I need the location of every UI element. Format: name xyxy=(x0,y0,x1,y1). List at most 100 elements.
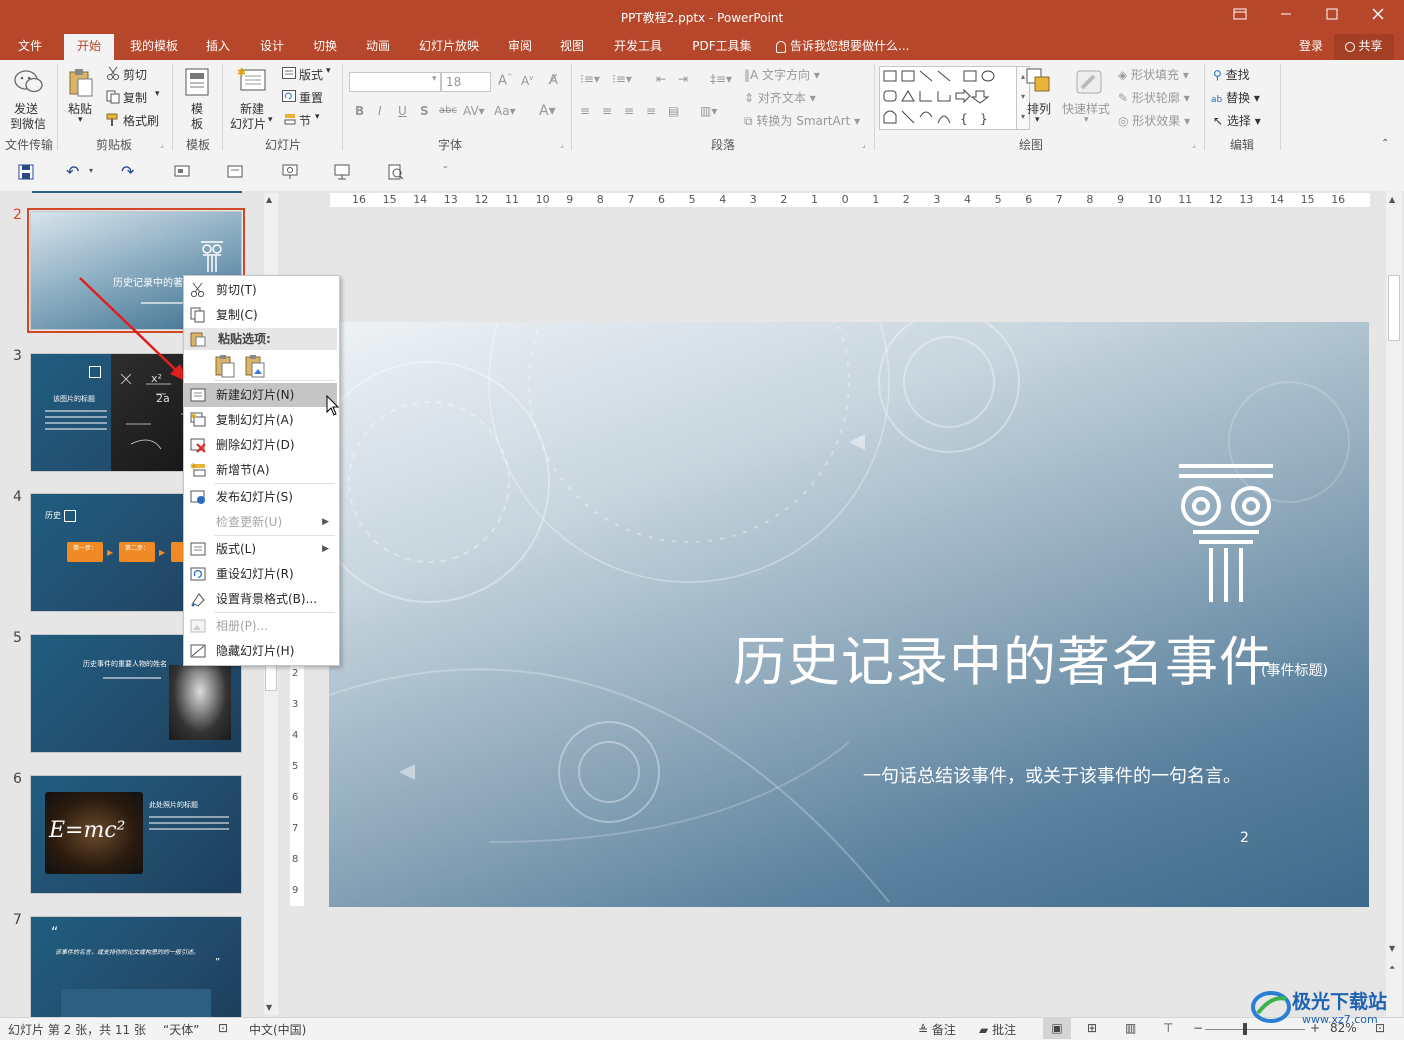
text-direction-button[interactable]: ‖A 文字方向 ▾ xyxy=(744,66,820,83)
normal-view-button[interactable]: ▣ xyxy=(1043,1018,1071,1039)
slide-title-note[interactable]: (事件标题) xyxy=(1261,660,1328,680)
send-to-wechat-line2[interactable]: 到微信 xyxy=(10,115,46,132)
menu-item-copy[interactable]: 复制(C) xyxy=(184,303,337,327)
section-button[interactable]: 节 xyxy=(299,112,311,129)
zoom-out-button[interactable]: − xyxy=(1193,1021,1203,1035)
char-spacing-button[interactable]: AV▾ xyxy=(463,104,485,118)
slide-count-status[interactable]: 幻灯片 第 2 张，共 11 张 xyxy=(8,1021,146,1038)
increase-indent-button[interactable]: ⇥ xyxy=(678,72,688,86)
dialog-launcher-icon[interactable]: ⌟ xyxy=(862,140,866,149)
save-icon[interactable] xyxy=(18,164,34,183)
login-link[interactable]: 登录 xyxy=(1294,34,1328,60)
font-color-button[interactable]: A▾ xyxy=(539,103,556,119)
numbering-button[interactable]: ⁝≡▾ xyxy=(612,72,632,86)
menu-item-reset-slide[interactable]: 重设幻灯片(R) xyxy=(184,562,337,586)
columns-button[interactable]: ▥▾ xyxy=(700,104,717,118)
scroll-thumb[interactable] xyxy=(1388,275,1400,341)
font-name-field[interactable] xyxy=(349,72,441,92)
menu-item-photo-album[interactable]: 相册(P)... xyxy=(184,614,337,638)
print-preview-icon[interactable] xyxy=(388,164,404,183)
undo-icon[interactable]: ↶ xyxy=(66,162,79,181)
spellcheck-icon[interactable]: ⊡ xyxy=(218,1021,228,1035)
tab-insert[interactable]: 插入 xyxy=(196,34,240,60)
shape-outline-button[interactable]: ✎ 形状轮廓 ▾ xyxy=(1118,89,1190,106)
shape-fill-button[interactable]: ◈ 形状填充 ▾ xyxy=(1118,66,1189,83)
slide-quote[interactable]: 一句话总结该事件，或关于该事件的一句名言。 xyxy=(863,762,1241,788)
reading-view-button[interactable]: ▥ xyxy=(1125,1021,1136,1035)
maximize-button[interactable] xyxy=(1309,0,1355,34)
find-button[interactable]: ⚲ 查找 xyxy=(1213,66,1250,83)
font-name-dropdown[interactable]: ▾ xyxy=(432,74,437,84)
menu-item-check-updates[interactable]: 检查更新(U) ▶ xyxy=(184,510,337,534)
share-button[interactable]: 共享 xyxy=(1334,34,1394,60)
tab-review[interactable]: 审阅 xyxy=(498,34,542,60)
format-painter-button[interactable]: 格式刷 xyxy=(123,112,159,129)
tab-view[interactable]: 视图 xyxy=(550,34,594,60)
layout-button[interactable]: 版式 xyxy=(299,66,323,83)
arrange-dropdown[interactable]: ▾ xyxy=(1035,115,1040,125)
shapes-gallery[interactable]: { } xyxy=(879,66,1017,130)
convert-smartart-button[interactable]: ⧉ 转换为 SmartArt ▾ xyxy=(744,112,860,129)
scroll-up-arrow[interactable]: ▲ xyxy=(266,195,272,204)
dialog-launcher-icon[interactable]: ⌟ xyxy=(560,140,564,149)
comments-button[interactable]: ▰ 批注 xyxy=(979,1021,1016,1038)
previous-slide-button[interactable]: ⏶ xyxy=(1389,963,1395,973)
change-case-button[interactable]: Aa▾ xyxy=(494,104,516,118)
slideshow-button[interactable]: ⊤ xyxy=(1163,1021,1173,1035)
scroll-up-arrow[interactable]: ▲ xyxy=(1389,195,1395,204)
replace-button[interactable]: ab 替换 ▾ xyxy=(1211,89,1260,106)
paste-as-picture-button[interactable] xyxy=(244,354,266,378)
strikethrough-button[interactable]: abc xyxy=(439,105,457,116)
tab-pdf-tools[interactable]: PDF工具集 xyxy=(682,34,762,60)
scroll-down-arrow[interactable]: ▼ xyxy=(266,1003,272,1012)
grow-font-button[interactable]: A^ xyxy=(498,73,513,88)
tab-design[interactable]: 设计 xyxy=(250,34,294,60)
slide-sorter-button[interactable]: ⊞ xyxy=(1087,1021,1097,1035)
close-button[interactable] xyxy=(1355,0,1401,34)
undo-dropdown[interactable]: ▾ xyxy=(89,166,93,175)
copy-dropdown[interactable]: ▾ xyxy=(155,89,160,99)
paste-use-destination-theme-button[interactable] xyxy=(214,354,236,378)
underline-button[interactable]: U xyxy=(398,104,407,118)
bullets-button[interactable]: ⁝≡▾ xyxy=(580,72,600,86)
menu-item-delete-slide[interactable]: 删除幻灯片(D) xyxy=(184,433,337,457)
menu-item-add-section[interactable]: ✱ 新增节(A) xyxy=(184,458,337,482)
slide-title[interactable]: 历史记录中的著名事件 xyxy=(733,620,1273,696)
copy-button[interactable]: 复制 xyxy=(123,89,147,106)
paste-dropdown[interactable]: ▾ xyxy=(78,115,83,125)
dialog-launcher-icon[interactable]: ⌟ xyxy=(160,140,164,149)
decrease-indent-button[interactable]: ⇤ xyxy=(656,72,666,86)
ribbon-display-options-button[interactable] xyxy=(1217,0,1263,34)
template-button-line2[interactable]: 板 xyxy=(191,115,203,132)
shape-effects-button[interactable]: ◎ 形状效果 ▾ xyxy=(1118,112,1190,129)
presenter-icon[interactable] xyxy=(281,164,299,183)
tell-me-box[interactable]: 告诉我您想要做什么... xyxy=(776,34,926,60)
menu-item-cut[interactable]: 剪切(T) xyxy=(184,278,337,302)
reset-button[interactable]: 重置 xyxy=(299,89,323,106)
slide-thumbnail-6[interactable]: E=mc² 此处照片的标题 xyxy=(30,775,242,894)
menu-item-new-slide[interactable]: 新建幻灯片(N) xyxy=(184,383,337,407)
align-center-button[interactable]: ≡ xyxy=(602,104,612,118)
select-button[interactable]: ↖ 选择 ▾ xyxy=(1213,112,1261,129)
tab-home[interactable]: 开始 xyxy=(64,34,114,60)
slide-canvas[interactable]: 历史记录中的著名事件 (事件标题) 一句话总结该事件，或关于该事件的一句名言。 … xyxy=(329,322,1369,907)
tab-animations[interactable]: 动画 xyxy=(356,34,400,60)
font-size-field[interactable]: 18 xyxy=(441,72,491,92)
tab-developer[interactable]: 开发工具 xyxy=(606,34,670,60)
line-spacing-button[interactable]: ‡≡▾ xyxy=(710,72,732,86)
clear-format-button[interactable]: A̸ xyxy=(549,73,558,88)
notes-button[interactable]: ≜ 备注 xyxy=(918,1021,956,1038)
new-slide-line2[interactable]: 幻灯片 xyxy=(230,115,266,132)
editor-scrollbar[interactable]: ▲ ▼ ⏶ xyxy=(1386,191,1402,1017)
bold-button[interactable]: B xyxy=(355,104,364,118)
minimize-button[interactable] xyxy=(1263,0,1309,34)
shadow-button[interactable]: S xyxy=(420,104,429,118)
from-start-icon[interactable] xyxy=(174,165,190,182)
distributed-button[interactable]: ▤ xyxy=(668,104,679,118)
cut-button[interactable]: 剪切 xyxy=(123,66,147,83)
menu-item-format-background[interactable]: 设置背景格式(B)... xyxy=(184,587,337,611)
shrink-font-button[interactable]: Av xyxy=(521,74,533,88)
dialog-launcher-icon[interactable]: ⌟ xyxy=(1192,140,1196,149)
align-left-button[interactable]: ≡ xyxy=(580,104,590,118)
quick-styles-dropdown[interactable]: ▾ xyxy=(1084,115,1089,125)
